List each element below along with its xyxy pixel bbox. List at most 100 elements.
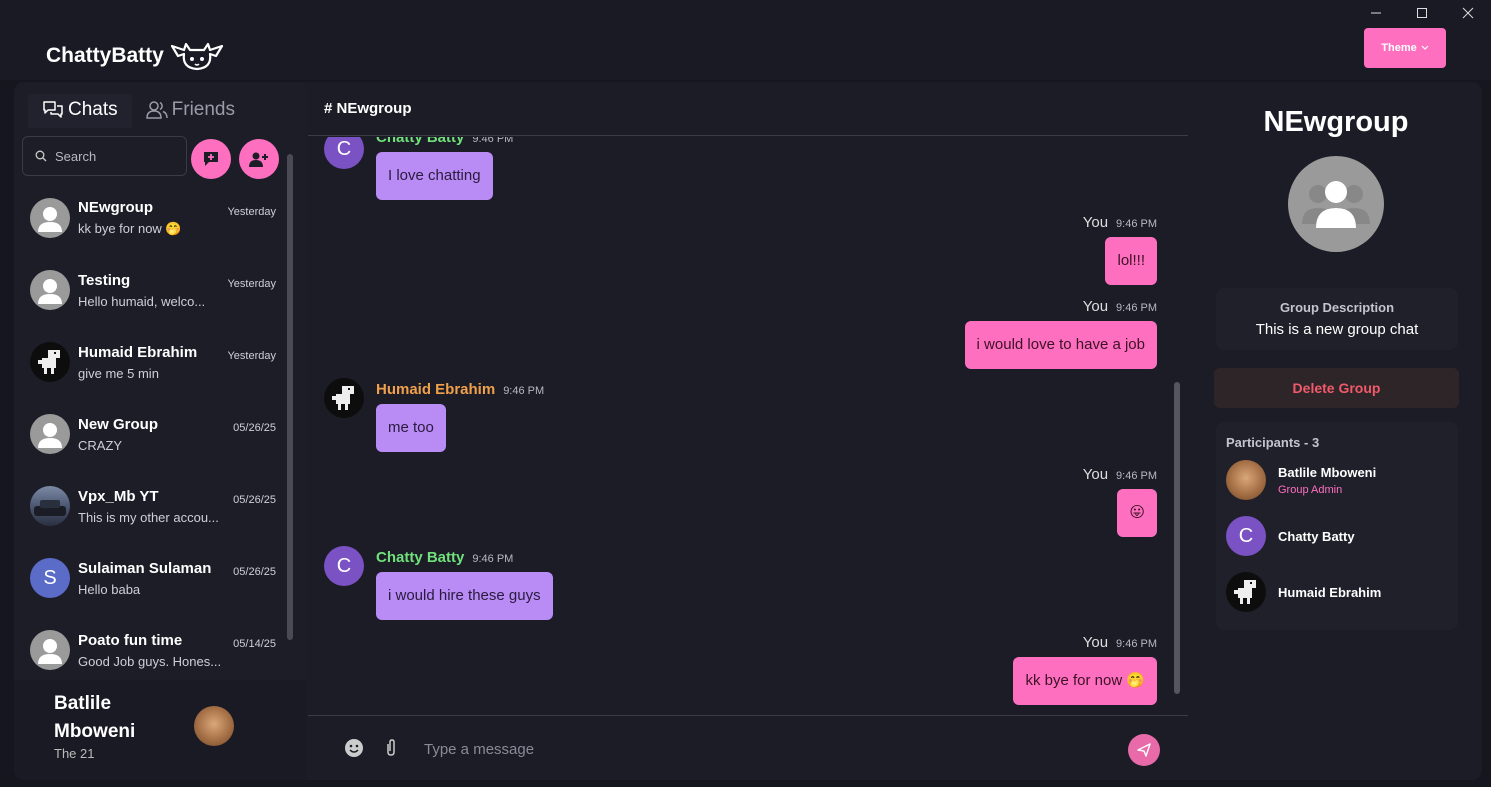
chat-name: New Group — [78, 415, 159, 433]
current-user-avatar — [194, 706, 234, 746]
current-user-card[interactable]: Batlile Mboweni The 21 — [14, 680, 306, 780]
chat-preview: Hello baba — [78, 581, 141, 597]
sidebar-tabs: Chats Friends — [28, 94, 249, 128]
current-user-status: The 21 — [54, 746, 95, 761]
avatar: S — [30, 558, 70, 598]
search-icon — [35, 150, 47, 162]
car-photo-icon — [34, 500, 66, 516]
message-time: 9:46 PM — [1116, 470, 1157, 482]
tab-chats-label: Chats — [68, 99, 118, 120]
avatar-initial: C — [1238, 524, 1254, 547]
chevron-down-icon — [1421, 45, 1429, 50]
user-placeholder-icon — [38, 639, 62, 664]
participant-item[interactable]: C Chatty Batty — [1226, 516, 1355, 556]
window-controls — [1353, 0, 1491, 26]
scrollbar-thumb[interactable] — [287, 154, 293, 640]
paperclip-icon — [387, 739, 395, 756]
avatar — [30, 270, 70, 310]
minimize-button[interactable] — [1353, 0, 1399, 26]
message-bubble: lol!!! — [1105, 237, 1157, 285]
group-icon — [1302, 181, 1370, 228]
message-bubble: I love chatting — [376, 152, 493, 200]
chat-time: Yesterday — [227, 278, 276, 290]
scrollbar-thumb[interactable] — [1174, 382, 1180, 694]
participants-panel: Participants - 3 Batlile Mboweni Group A… — [1216, 422, 1458, 630]
tab-chats[interactable]: Chats — [28, 94, 132, 128]
avatar — [1226, 572, 1266, 612]
message-sender: You — [1082, 298, 1109, 315]
add-friend-button[interactable] — [239, 139, 279, 179]
chat-list-item[interactable]: Humaid Ebrahim give me 5 min Yesterday — [14, 326, 286, 398]
chat-list-item[interactable]: Vpx_Mb YT This is my other accou... 05/2… — [14, 470, 286, 542]
bat-icon — [170, 42, 223, 71]
description-label: Group Description — [1279, 300, 1395, 315]
participant-name: Batlile Mboweni — [1278, 464, 1377, 480]
chat-list-item[interactable]: New Group CRAZY 05/26/25 — [14, 398, 286, 470]
message-bubble: 😛 — [1117, 489, 1157, 537]
chat-list-scrollbar[interactable] — [286, 150, 294, 670]
attach-button[interactable] — [384, 738, 398, 763]
message: Chatty Batty 9:46 PM i would hire these … — [376, 549, 553, 620]
participant-name: Humaid Ebrahim — [1278, 584, 1382, 600]
message-time: 9:46 PM — [503, 385, 545, 397]
message-sender: Humaid Ebrahim — [376, 381, 496, 398]
avatar — [324, 378, 364, 418]
message-bubble: i would love to have a job — [964, 321, 1157, 369]
message-list: C Chatty Batty 9:46 PM I love chatting Y… — [308, 137, 1188, 715]
send-button[interactable] — [1128, 734, 1160, 766]
chat-time: 05/26/25 — [233, 566, 276, 578]
participant-item[interactable]: Humaid Ebrahim — [1226, 572, 1381, 612]
message-input[interactable] — [424, 736, 1024, 762]
message-scrollbar[interactable] — [1172, 142, 1182, 714]
chat-name: Testing — [78, 271, 131, 289]
message: Chatty Batty 9:46 PM I love chatting — [376, 137, 513, 200]
close-button[interactable] — [1445, 0, 1491, 26]
chat-name: NEwgroup — [78, 199, 153, 216]
chat-header: # NEwgroup — [308, 82, 1188, 136]
message-bubble: kk bye for now 🤭 — [1013, 657, 1157, 705]
chat-list-item[interactable]: Testing Hello humaid, welco... Yesterday — [14, 254, 286, 326]
chat-bubbles-icon — [43, 101, 63, 118]
participant-role: Group Admin — [1278, 483, 1343, 496]
chat-list: NEwgroup kk bye for now 🤭 Yesterday Test… — [14, 182, 286, 686]
chat-title: # NEwgroup — [324, 100, 412, 117]
avatar: C — [324, 137, 364, 169]
chat-list-item[interactable]: Poato fun time Good Job guys. Hones... 0… — [14, 614, 286, 686]
user-placeholder-icon — [38, 207, 62, 232]
delete-group-button[interactable]: Delete Group — [1214, 368, 1459, 408]
chat-list-item[interactable]: NEwgroup kk bye for now 🤭 Yesterday — [14, 182, 286, 254]
new-message-icon — [204, 152, 218, 166]
chat-list-item[interactable]: S Sulaiman Sulaman Hello baba 05/26/25 — [14, 542, 286, 614]
message-sender: Chatty Batty — [376, 137, 465, 146]
minimize-icon — [1371, 12, 1381, 14]
chat-time: 05/26/25 — [233, 422, 276, 434]
avatar-initial: C — [336, 137, 352, 160]
chat-pane: # NEwgroup C Chatty Batty 9:46 PM I love… — [308, 82, 1188, 780]
emoji-button[interactable] — [344, 738, 364, 763]
theme-button[interactable]: Theme — [1364, 28, 1446, 68]
maximize-button[interactable] — [1399, 0, 1445, 26]
chat-preview: CRAZY — [78, 437, 123, 453]
chat-time: 05/26/25 — [233, 494, 276, 506]
avatar — [30, 486, 70, 526]
app-title: ChattyBatty — [46, 44, 164, 67]
avatar — [30, 414, 70, 454]
avatar — [30, 342, 70, 382]
chat-preview: This is my other accou... — [78, 509, 219, 525]
group-description: Group Description This is a new group ch… — [1216, 288, 1458, 350]
description-text: This is a new group chat — [1255, 321, 1419, 338]
search-input[interactable] — [55, 148, 175, 164]
chat-time: Yesterday — [227, 206, 276, 218]
avatar-initial: S — [43, 566, 57, 589]
user-placeholder-icon — [38, 423, 62, 448]
message-time: 9:46 PM — [1116, 302, 1157, 314]
maximize-icon — [1417, 8, 1427, 18]
message-sender: Chatty Batty — [376, 549, 465, 566]
chat-preview: Hello humaid, welco... — [78, 293, 206, 309]
participant-item[interactable]: Batlile Mboweni Group Admin — [1226, 460, 1376, 500]
new-chat-button[interactable] — [191, 139, 231, 179]
tab-friends[interactable]: Friends — [132, 94, 249, 128]
app-logo: ChattyBatty — [46, 40, 226, 72]
message: You 9:46 PM lol!!! — [1083, 214, 1157, 285]
message-time: 9:46 PM — [472, 137, 514, 145]
